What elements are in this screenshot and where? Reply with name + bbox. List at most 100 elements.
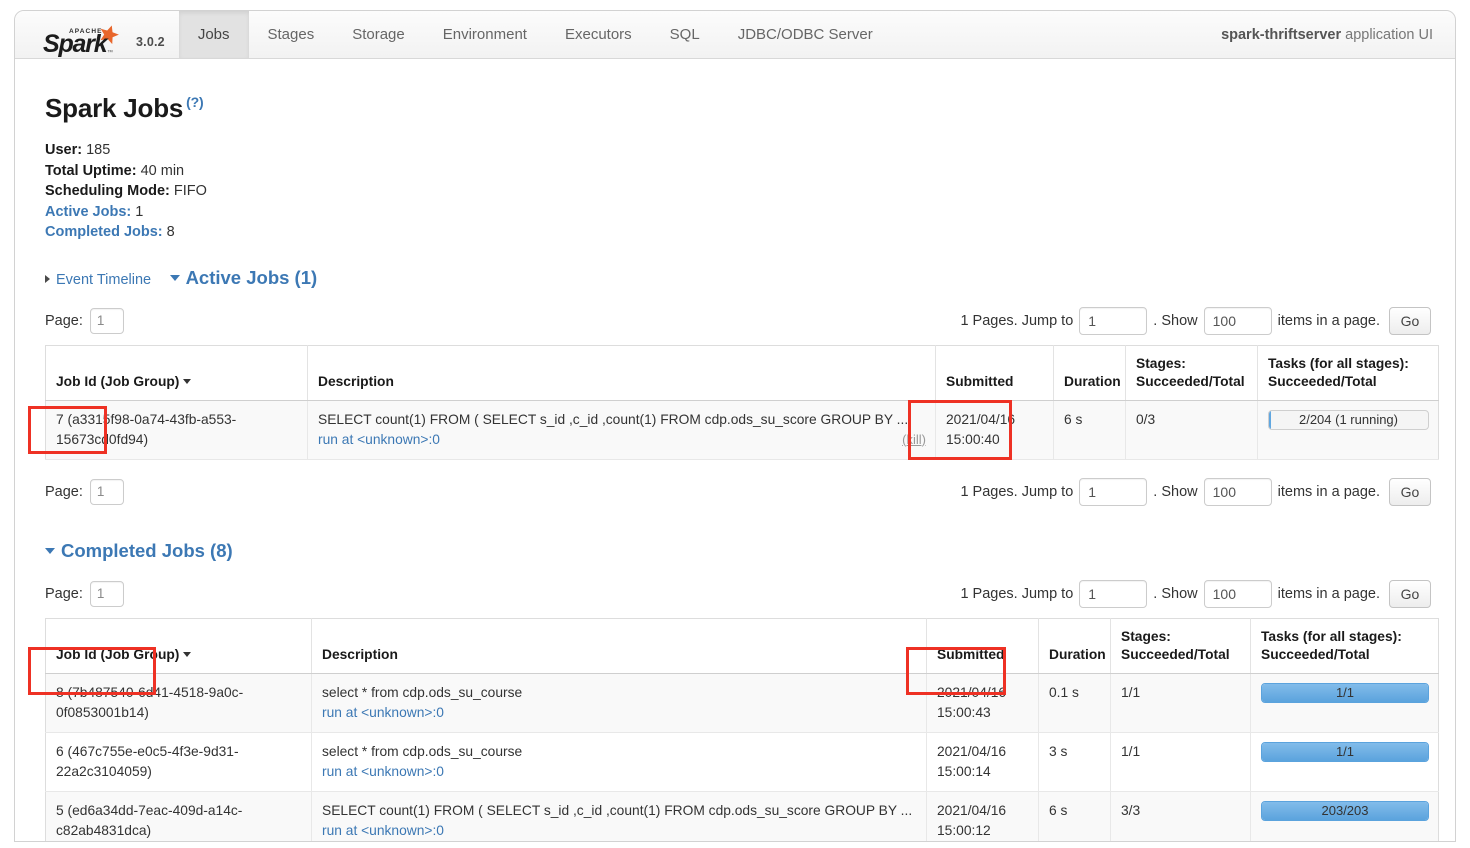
spark-jobs-page: APACHE Spark ™ 3.0.2 Jobs Stages Storage… [0, 0, 1470, 848]
completed-cell-duration-2: 6 s [1039, 791, 1111, 842]
active-pagination-controls-top: 1 Pages. Jump to . Show items in a page.… [960, 307, 1431, 335]
active-run-at-link[interactable]: run at <unknown>:0 [318, 430, 440, 450]
completed-col-description[interactable]: Description [312, 618, 927, 673]
completed-run-at-link-2[interactable]: run at <unknown>:0 [322, 821, 917, 841]
summary-label-completed-jobs[interactable]: Completed Jobs: [45, 224, 163, 240]
completed-page-input[interactable] [90, 581, 124, 607]
summary-label-active-jobs[interactable]: Active Jobs: [45, 204, 131, 220]
summary-item-scheduling-mode: Scheduling Mode: FIFO [45, 181, 1439, 202]
completed-cell-tasks-2: 203/203 [1251, 791, 1439, 842]
active-go-button-bottom[interactable]: Go [1389, 478, 1431, 506]
completed-jobs-header-row: Job Id (Job Group) Description Submitted… [46, 618, 1439, 673]
active-col-duration-label: Duration [1064, 374, 1121, 389]
summary-value-completed-jobs: 8 [167, 224, 175, 240]
completed-show-input[interactable] [1204, 580, 1272, 608]
active-page-input-top[interactable] [90, 308, 124, 334]
completed-cell-description-0: select * from cdp.ods_su_course run at <… [312, 673, 927, 732]
svg-text:Spark: Spark [43, 30, 109, 58]
active-jump-input-bottom[interactable] [1079, 478, 1147, 506]
active-show-label-bottom: . Show [1153, 484, 1197, 500]
tab-jobs[interactable]: Jobs [179, 11, 249, 58]
summary-value-active-jobs: 1 [135, 204, 143, 220]
completed-col-stages-line2: Succeeded/Total [1121, 647, 1230, 662]
summary-label-scheduling-mode: Scheduling Mode: [45, 183, 170, 199]
active-col-description-label: Description [318, 374, 394, 389]
event-timeline-label: Event Timeline [56, 272, 151, 288]
tab-environment[interactable]: Environment [424, 11, 546, 58]
active-page-input-bottom[interactable] [90, 479, 124, 505]
active-go-button-top[interactable]: Go [1389, 307, 1431, 335]
completed-go-button[interactable]: Go [1389, 580, 1431, 608]
spark-logo-icon: APACHE Spark ™ [43, 24, 129, 58]
active-pagination-controls-bottom: 1 Pages. Jump to . Show items in a page.… [960, 478, 1431, 506]
event-timeline-toggle[interactable]: Event Timeline [45, 272, 151, 288]
completed-tasks-progress-bar-0: 1/1 [1261, 683, 1429, 703]
completed-progress-label-0: 1/1 [1262, 684, 1428, 702]
completed-col-stages-line1: Stages: [1121, 629, 1171, 644]
active-jump-input-top[interactable] [1079, 307, 1147, 335]
navbar: APACHE Spark ™ 3.0.2 Jobs Stages Storage… [15, 11, 1455, 59]
completed-col-duration[interactable]: Duration [1039, 618, 1111, 673]
completed-cell-tasks-1: 1/1 [1251, 732, 1439, 791]
page-title: Spark Jobs(?) [45, 93, 1439, 124]
active-show-input-top[interactable] [1204, 307, 1272, 335]
active-col-job-id[interactable]: Job Id (Job Group) [46, 345, 308, 400]
active-submitted-date: 2021/04/16 [946, 412, 1015, 427]
completed-jump-input[interactable] [1079, 580, 1147, 608]
completed-col-stages[interactable]: Stages: Succeeded/Total [1111, 618, 1251, 673]
summary-item-total-uptime: Total Uptime: 40 min [45, 161, 1439, 182]
application-ui-label: spark-thriftserver application UI [1221, 11, 1455, 58]
active-items-text-bottom: items in a page. [1278, 484, 1380, 500]
active-col-job-id-label: Job Id (Job Group) [56, 374, 179, 389]
main-content: Spark Jobs(?) User: 185 Total Uptime: 40… [15, 93, 1455, 842]
active-show-input-bottom[interactable] [1204, 478, 1272, 506]
completed-cell-stages-1: 1/1 [1111, 732, 1251, 791]
kill-job-link[interactable]: (kill) [902, 430, 926, 450]
completed-run-at-link-0[interactable]: run at <unknown>:0 [322, 703, 917, 723]
completed-cell-submitted-0: 2021/04/16 15:00:43 [927, 673, 1039, 732]
tab-executors[interactable]: Executors [546, 11, 651, 58]
active-col-stages-line1: Stages: [1136, 356, 1186, 371]
tab-storage[interactable]: Storage [333, 11, 424, 58]
tab-jdbc-odbc-server[interactable]: JDBC/ODBC Server [719, 11, 892, 58]
active-col-duration[interactable]: Duration [1054, 345, 1126, 400]
summary-item-completed-jobs[interactable]: Completed Jobs: 8 [45, 222, 1439, 243]
active-col-tasks[interactable]: Tasks (for all stages): Succeeded/Total [1258, 345, 1439, 400]
completed-col-submitted-label: Submitted [937, 647, 1004, 662]
completed-cell-job-id-1: 6 (467c755e-e0c5-4f3e-9d31-22a2c3104059) [46, 732, 312, 791]
tab-sql[interactable]: SQL [651, 11, 719, 58]
completed-run-at-link-1[interactable]: run at <unknown>:0 [322, 762, 917, 782]
active-col-stages[interactable]: Stages: Succeeded/Total [1126, 345, 1258, 400]
spark-logo-link[interactable]: APACHE Spark ™ 3.0.2 [15, 11, 179, 58]
active-col-submitted[interactable]: Submitted [936, 345, 1054, 400]
completed-col-job-id[interactable]: Job Id (Job Group) [46, 618, 312, 673]
page-title-text: Spark Jobs [45, 93, 183, 123]
summary-label-total-uptime: Total Uptime: [45, 163, 137, 179]
active-jobs-heading-text: Active Jobs (1) [186, 267, 318, 288]
help-icon[interactable]: (?) [186, 94, 203, 110]
tab-stages[interactable]: Stages [249, 11, 334, 58]
active-cell-tasks: 2/204 (1 running) [1258, 400, 1439, 459]
completed-pagination-top: Page: 1 Pages. Jump to . Show items in a… [45, 580, 1439, 608]
caret-down-icon [170, 275, 180, 281]
active-pagination-bottom: Page: 1 Pages. Jump to . Show items in a… [45, 478, 1439, 506]
summary-value-total-uptime: 40 min [141, 163, 185, 179]
summary-item-active-jobs[interactable]: Active Jobs: 1 [45, 202, 1439, 223]
completed-submitted-date-2: 2021/04/16 [937, 803, 1006, 818]
completed-cell-description-2: SELECT count(1) FROM ( SELECT s_id ,c_id… [312, 791, 927, 842]
completed-cell-submitted-2: 2021/04/16 15:00:12 [927, 791, 1039, 842]
active-col-tasks-line1: Tasks (for all stages): [1268, 356, 1409, 371]
completed-jobs-section-header[interactable]: Completed Jobs (8) [45, 540, 233, 562]
completed-col-tasks-line2: Succeeded/Total [1261, 647, 1370, 662]
completed-jobs-table: Job Id (Job Group) Description Submitted… [45, 618, 1439, 843]
active-jobs-section-header[interactable]: Active Jobs (1) [170, 267, 318, 289]
active-description-sub: run at <unknown>:0 (kill) [318, 430, 926, 450]
completed-tasks-progress-bar-1: 1/1 [1261, 742, 1429, 762]
completed-col-submitted[interactable]: Submitted [927, 618, 1039, 673]
completed-cell-tasks-0: 1/1 [1251, 673, 1439, 732]
completed-description-text-0: select * from cdp.ods_su_course [322, 683, 917, 703]
completed-col-tasks[interactable]: Tasks (for all stages): Succeeded/Total [1251, 618, 1439, 673]
active-cell-stages: 0/3 [1126, 400, 1258, 459]
svg-text:™: ™ [107, 49, 113, 56]
active-col-description[interactable]: Description [308, 345, 936, 400]
